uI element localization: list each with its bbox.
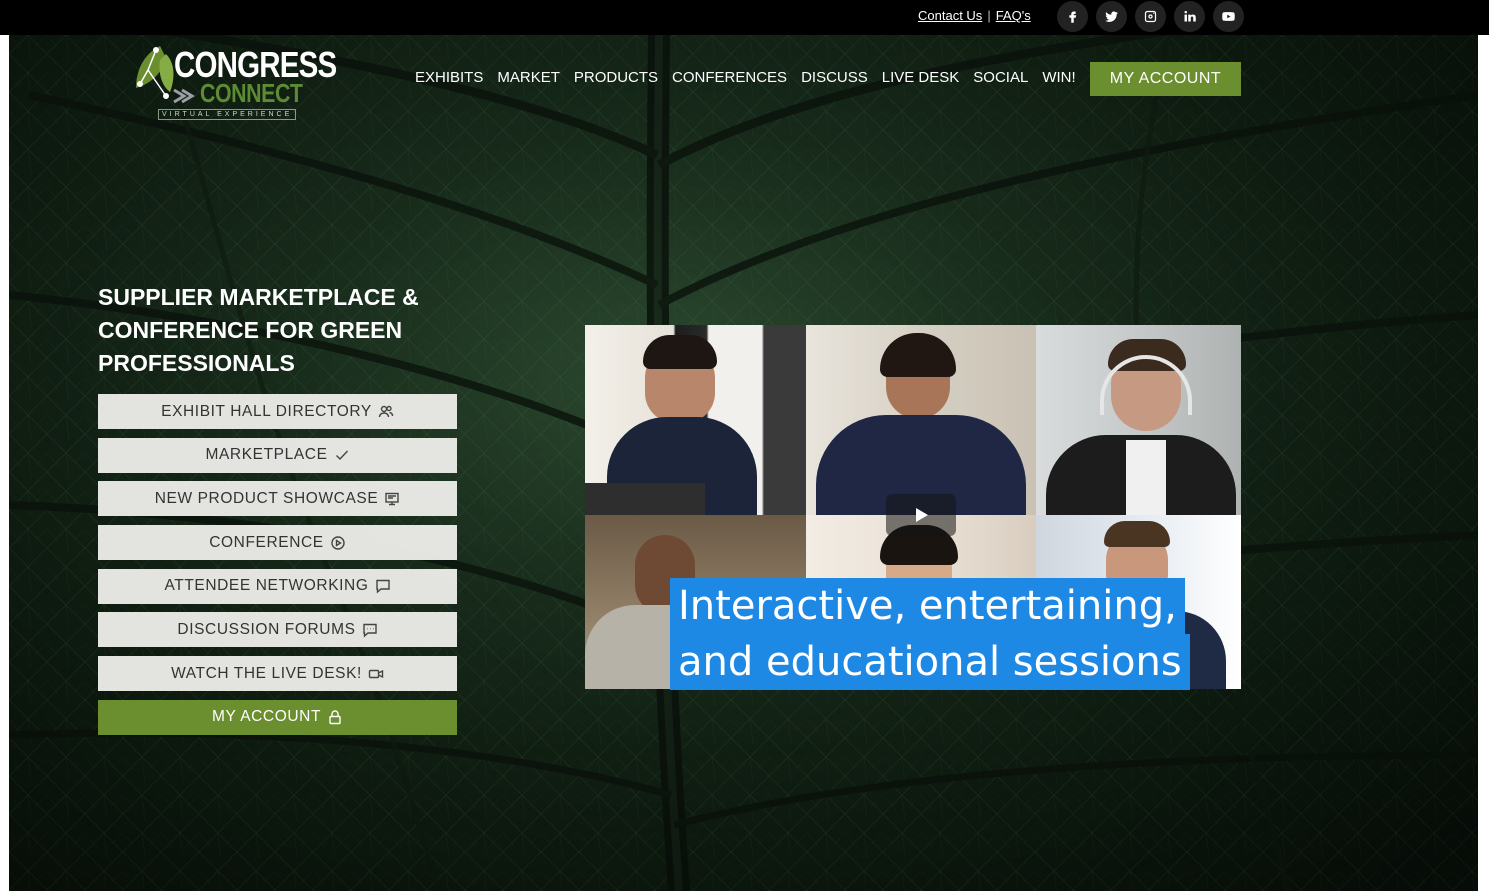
video-tile-participant-2 [806,325,1036,515]
my-account-hero-button[interactable]: MY ACCOUNT [98,699,457,735]
exhibit-hall-directory-button[interactable]: EXHIBIT HALL DIRECTORY [98,394,457,429]
nav-exhibits[interactable]: EXHIBITS [415,69,483,86]
button-label: ATTENDEE NETWORKING [164,577,369,595]
attendee-networking-button[interactable]: ATTENDEE NETWORKING [98,568,457,604]
linkedin-icon[interactable] [1174,1,1205,32]
main-nav: EXHIBITS MARKET PRODUCTS CONFERENCES DIS… [415,69,1076,86]
hero-headline: SUPPLIER MARKETPLACE & CONFERENCE FOR GR… [98,284,419,376]
utility-links: Contact Us | FAQ's [918,8,1031,23]
my-account-button[interactable]: MY ACCOUNT [1090,62,1241,96]
nav-market[interactable]: MARKET [497,69,560,86]
watch-live-desk-button[interactable]: WATCH THE LIVE DESK! [98,656,457,692]
button-label: DISCUSSION FORUMS [177,620,356,638]
twitter-icon[interactable] [1096,1,1127,32]
button-label: WATCH THE LIVE DESK! [171,664,362,682]
new-product-showcase-button[interactable]: NEW PRODUCT SHOWCASE [98,481,457,517]
facebook-icon[interactable] [1057,1,1088,32]
button-label: MY ACCOUNT [211,708,322,726]
conference-button[interactable]: CONFERENCE [98,525,457,561]
check-icon [335,450,348,461]
chat-icon [375,580,390,594]
logo-tagline: VIRTUAL EXPERIENCE [158,109,297,120]
instagram-icon[interactable] [1135,1,1166,32]
social-links [1057,1,1244,32]
video-caption: Interactive, entertaining, and education… [670,578,1190,690]
marketplace-button[interactable]: MARKETPLACE [98,437,457,473]
caption-line-1: Interactive, entertaining, [670,578,1185,634]
nav-win[interactable]: WIN! [1042,69,1075,86]
nav-products[interactable]: PRODUCTS [574,69,658,86]
video-tile-participant-1 [585,325,806,515]
play-icon [916,508,928,522]
video-tile-participant-3 [1036,325,1241,515]
youtube-icon[interactable] [1213,1,1244,32]
contact-us-link[interactable]: Contact Us [918,8,982,23]
discussion-forums-button[interactable]: DISCUSSION FORUMS [98,612,457,648]
nav-social[interactable]: SOCIAL [973,69,1028,86]
faq-link[interactable]: FAQ's [996,8,1031,23]
nav-live-desk[interactable]: LIVE DESK [882,69,960,86]
display-icon [385,492,399,506]
button-label: MARKETPLACE [205,446,328,464]
logo-line-2: CONNECT [200,78,303,108]
link-separator: | [987,8,991,23]
nav-discuss[interactable]: DISCUSS [801,69,868,86]
video-camera-icon [368,669,384,678]
congress-connect-logo[interactable]: CONGRESS CONNECT VIRTUAL EXPERIENCE [130,40,337,125]
button-label: CONFERENCE [209,533,324,551]
button-label: EXHIBIT HALL DIRECTORY [161,402,372,420]
button-label: NEW PRODUCT SHOWCASE [154,489,379,507]
nav-conferences[interactable]: CONFERENCES [672,69,787,86]
caption-line-2: and educational sessions [670,634,1190,690]
play-button[interactable] [886,494,956,536]
top-utility-bar: Contact Us | FAQ's [0,0,1489,35]
hero-button-stack: EXHIBIT HALL DIRECTORY MARKETPLACE NEW P… [98,394,457,744]
lock-icon [329,710,341,725]
play-circle-icon [331,535,345,550]
page-edge [1478,35,1489,891]
fullscreen-icon[interactable] [1227,674,1241,688]
forum-icon [362,623,377,638]
users-icon [378,405,394,417]
